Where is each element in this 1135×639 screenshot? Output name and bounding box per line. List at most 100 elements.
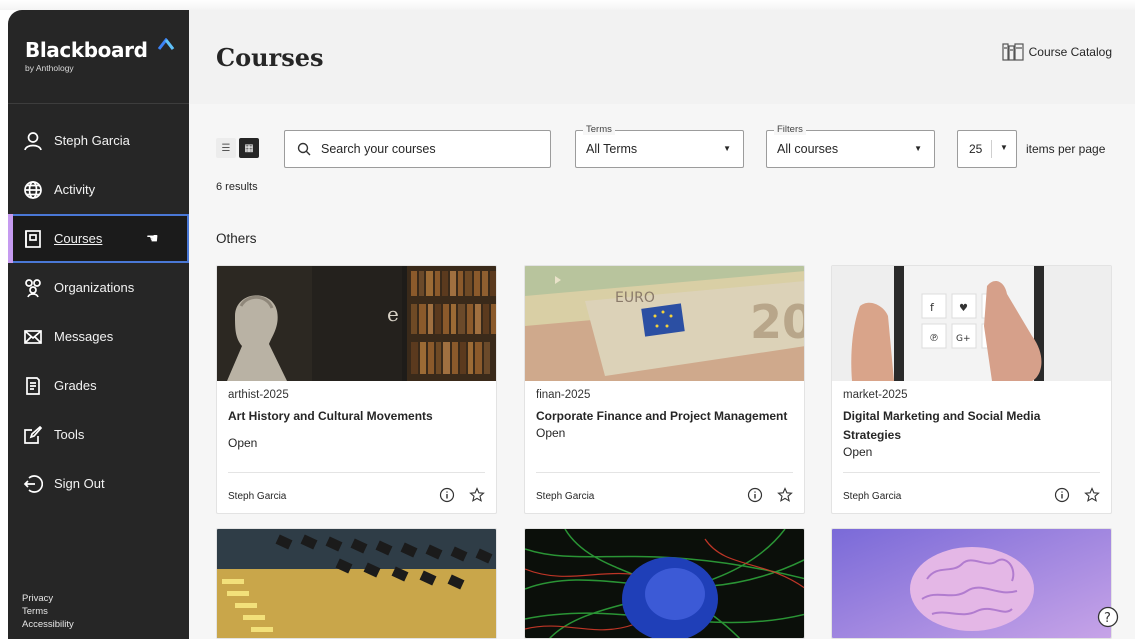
catalog-icon bbox=[1002, 43, 1024, 61]
svg-text:G+: G+ bbox=[956, 334, 971, 344]
mail-icon bbox=[22, 326, 44, 348]
items-per-page-value: 25 bbox=[969, 142, 983, 156]
help-icon[interactable]: ? bbox=[1097, 606, 1119, 628]
course-code: finan-2025 bbox=[536, 389, 591, 401]
svg-text:?: ? bbox=[1104, 611, 1111, 626]
course-image-circuit-chip[interactable] bbox=[217, 529, 496, 638]
course-instructor: Steph Garcia bbox=[228, 491, 287, 502]
page-title: Courses bbox=[216, 43, 324, 72]
course-code: market-2025 bbox=[843, 389, 908, 401]
brand-mark-icon bbox=[157, 38, 175, 50]
list-view-icon[interactable]: ☰ bbox=[216, 138, 236, 158]
course-image-library[interactable]: e bbox=[217, 266, 496, 381]
course-image-euro-banknotes[interactable]: 20 EURO bbox=[525, 266, 805, 381]
course-card[interactable] bbox=[216, 528, 497, 639]
sidebar-item-label: Grades bbox=[54, 378, 97, 393]
items-per-page-label: items per page bbox=[1026, 142, 1106, 156]
course-title[interactable]: Art History and Cultural Movements bbox=[228, 407, 485, 426]
course-title[interactable]: Digital Marketing and Social Media Strat… bbox=[843, 407, 1100, 445]
view-toggle: ☰ ▦ bbox=[216, 138, 259, 158]
search-input[interactable] bbox=[321, 142, 541, 156]
sidebar-footer: Privacy Terms Accessibility bbox=[22, 592, 74, 631]
terms-value: All Terms bbox=[586, 142, 638, 156]
sidebar-item-tools[interactable]: Tools bbox=[8, 410, 189, 459]
user-icon bbox=[22, 130, 44, 152]
course-image-social-media-tablet[interactable]: f ♥ ℗ G+ bbox=[832, 266, 1111, 381]
course-status: Open bbox=[843, 445, 873, 459]
course-image-brain[interactable] bbox=[832, 529, 1111, 638]
star-icon[interactable] bbox=[1084, 487, 1100, 503]
star-icon[interactable] bbox=[469, 487, 485, 503]
course-card[interactable]: 20 EURO finan-2025 Corporate Finance and… bbox=[524, 265, 805, 514]
course-card[interactable]: f ♥ ℗ G+ market-2025 Digital Marketing a… bbox=[831, 265, 1112, 514]
caret-down-icon: ▼ bbox=[1000, 143, 1008, 152]
tools-icon bbox=[22, 424, 44, 446]
svg-text:e: e bbox=[387, 302, 399, 326]
info-icon[interactable] bbox=[1054, 487, 1070, 503]
organizations-icon bbox=[22, 277, 44, 299]
sidebar-item-sign-out[interactable]: Sign Out bbox=[8, 459, 189, 508]
info-icon[interactable] bbox=[439, 487, 455, 503]
info-icon[interactable] bbox=[747, 487, 763, 503]
sidebar-item-grades[interactable]: Grades bbox=[8, 361, 189, 410]
caret-down-icon: ▼ bbox=[914, 144, 922, 153]
courses-toolbar: ☰ ▦ Terms All Terms ▼ Filters All course… bbox=[216, 124, 1116, 170]
course-status: Open bbox=[536, 426, 566, 440]
sidebar-item-label: Tools bbox=[54, 427, 85, 442]
main-content: Courses Course Catalog ☰ ▦ Search your c… bbox=[189, 10, 1135, 639]
svg-text:℗: ℗ bbox=[929, 333, 939, 344]
course-status: Open bbox=[228, 436, 258, 450]
sidebar-nav: Steph Garcia Activity Courses ☚ Organiza… bbox=[8, 116, 189, 508]
grades-icon bbox=[22, 375, 44, 397]
terms-legend: Terms bbox=[583, 124, 615, 135]
globe-icon bbox=[22, 179, 44, 201]
svg-text:20: 20 bbox=[750, 295, 805, 349]
sidebar-item-label: Courses bbox=[54, 231, 103, 246]
course-image-cell-microscopy[interactable] bbox=[525, 529, 804, 638]
caret-down-icon: ▼ bbox=[723, 144, 731, 153]
sidebar-item-courses[interactable]: Courses ☚ bbox=[8, 214, 189, 263]
sidebar-item-messages[interactable]: Messages bbox=[8, 312, 189, 361]
sidebar-item-label: Messages bbox=[54, 329, 114, 344]
results-count: 6 results bbox=[216, 181, 258, 193]
sidebar-item-organizations[interactable]: Organizations bbox=[8, 263, 189, 312]
terms-link[interactable]: Terms bbox=[22, 605, 74, 618]
star-icon[interactable] bbox=[777, 487, 793, 503]
search-icon bbox=[297, 142, 311, 156]
sign-out-icon bbox=[22, 473, 44, 495]
terms-select[interactable]: Terms All Terms ▼ bbox=[575, 124, 744, 168]
filters-legend: Filters bbox=[774, 124, 806, 135]
sidebar-item-label: Organizations bbox=[54, 280, 135, 295]
page-header: Courses Course Catalog bbox=[189, 10, 1135, 104]
course-card[interactable]: e arthist-2025 Art History and Cultural … bbox=[216, 265, 497, 514]
filters-select[interactable]: Filters All courses ▼ bbox=[766, 124, 935, 168]
items-per-page-select[interactable]: 25 ▼ bbox=[957, 130, 1017, 168]
grid-view-icon[interactable]: ▦ bbox=[239, 138, 259, 158]
course-instructor: Steph Garcia bbox=[843, 491, 902, 502]
svg-text:EURO: EURO bbox=[615, 290, 655, 306]
section-heading: Others bbox=[216, 231, 257, 246]
courses-icon bbox=[22, 228, 44, 250]
sidebar-item-label: Activity bbox=[54, 182, 96, 197]
sidebar-item-profile[interactable]: Steph Garcia bbox=[8, 116, 189, 165]
pointer-cursor-icon: ☚ bbox=[146, 230, 159, 246]
brand-logo[interactable]: Blackboard by Anthology bbox=[8, 10, 189, 104]
sidebar-item-activity[interactable]: Activity bbox=[8, 165, 189, 214]
course-instructor: Steph Garcia bbox=[536, 491, 595, 502]
sidebar: Blackboard by Anthology Steph Garcia Act… bbox=[8, 10, 189, 639]
app-window: Blackboard by Anthology Steph Garcia Act… bbox=[0, 0, 1135, 639]
privacy-link[interactable]: Privacy bbox=[22, 592, 74, 605]
search-field[interactable] bbox=[284, 130, 551, 168]
sidebar-item-label: Steph Garcia bbox=[54, 133, 130, 148]
svg-text:♥: ♥ bbox=[959, 303, 968, 314]
course-catalog-label: Course Catalog bbox=[1028, 45, 1112, 59]
accessibility-link[interactable]: Accessibility bbox=[22, 618, 74, 631]
sidebar-item-label: Sign Out bbox=[54, 476, 105, 491]
course-card[interactable] bbox=[831, 528, 1112, 639]
course-catalog-button[interactable]: Course Catalog bbox=[1002, 42, 1112, 62]
course-title[interactable]: Corporate Finance and Project Management bbox=[536, 407, 793, 426]
filters-value: All courses bbox=[777, 142, 839, 156]
course-card[interactable] bbox=[524, 528, 805, 639]
course-code: arthist-2025 bbox=[228, 389, 289, 401]
brand-subtitle: by Anthology bbox=[25, 63, 74, 73]
